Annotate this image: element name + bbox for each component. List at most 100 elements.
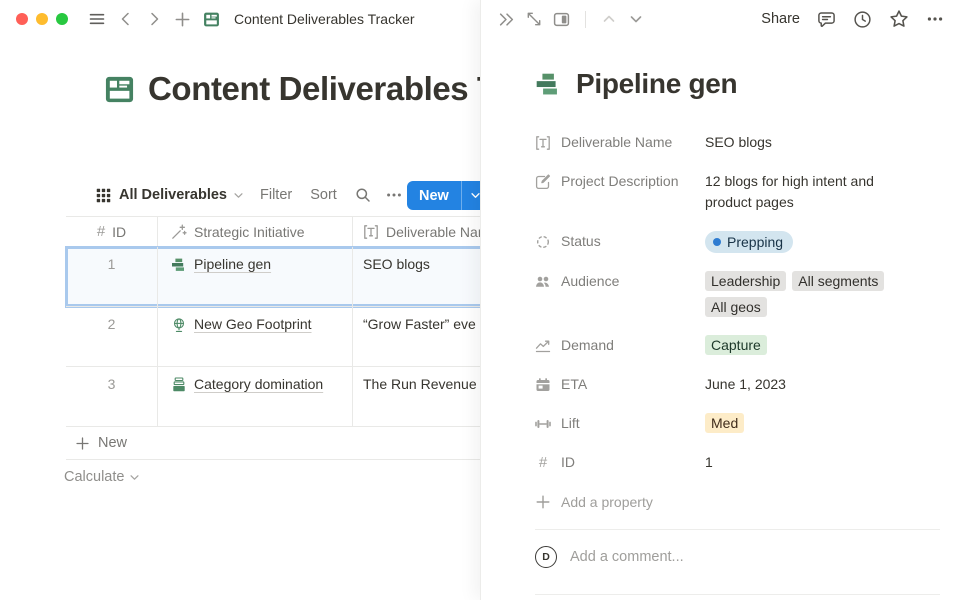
property-label[interactable]: Demand: [535, 335, 705, 356]
table-row-2[interactable]: 2 New Geo Footprint “Grow Faster” eve: [66, 307, 480, 367]
column-label-deliverable-name: Deliverable Name: [386, 224, 480, 240]
cell-strategic-initiative[interactable]: Category domination: [158, 367, 353, 426]
view-chevron-down-icon[interactable]: [233, 190, 244, 201]
relation-link[interactable]: New Geo Footprint: [194, 316, 312, 332]
cell-id[interactable]: 1: [66, 247, 158, 306]
property-value[interactable]: Capture: [705, 335, 917, 355]
table-row-3[interactable]: 3 Category domination The Run Revenue S: [66, 367, 480, 427]
view-options-ellipsis-icon[interactable]: [386, 187, 402, 203]
property-value[interactable]: Leadership All segments All geos: [705, 271, 917, 317]
view-tab-all-deliverables[interactable]: All Deliverables: [96, 187, 227, 203]
favorite-star-icon[interactable]: [889, 9, 909, 29]
column-header-deliverable-name[interactable]: Deliverable Name: [353, 217, 480, 246]
view-tab-label: All Deliverables: [119, 187, 227, 203]
sidebar-toggle-icon[interactable]: [88, 10, 106, 28]
property-row-id: # ID 1: [535, 452, 940, 473]
next-record-icon[interactable]: [628, 11, 644, 27]
table-row-1[interactable]: 1 Pipeline gen SEO blogs: [66, 247, 480, 307]
property-label-text: Project Description: [561, 171, 679, 192]
open-full-page-icon[interactable]: [526, 11, 542, 27]
property-row-audience: Audience Leadership All segments All geo…: [535, 271, 940, 317]
audience-tag[interactable]: All geos: [705, 297, 767, 317]
comment-composer[interactable]: D Add a comment...: [535, 546, 940, 568]
minimize-window-button[interactable]: [36, 13, 48, 25]
comments-icon[interactable]: [817, 10, 836, 29]
new-record-split-button[interactable]: New: [407, 181, 480, 210]
property-value[interactable]: SEO blogs: [705, 132, 917, 153]
row-id-value: 1: [108, 256, 116, 272]
view-toolbar: All Deliverables Filter Sort: [96, 180, 417, 210]
status-tag[interactable]: Prepping: [705, 231, 793, 253]
previous-record-icon[interactable]: [601, 11, 617, 27]
line-chart-icon: [535, 338, 551, 354]
property-label[interactable]: Deliverable Name: [535, 132, 705, 153]
property-value[interactable]: June 1, 2023: [705, 374, 917, 395]
calendar-icon: [535, 377, 551, 393]
deliverable-value: SEO blogs: [363, 256, 430, 272]
plus-icon: [75, 436, 90, 451]
column-header-strategic-initiative[interactable]: Strategic Initiative: [158, 217, 353, 246]
page-header: Content Deliverables Tracker: [104, 70, 480, 108]
new-button-chevron-icon[interactable]: [462, 181, 480, 210]
topbar-page-title[interactable]: Content Deliverables Tracker: [234, 11, 415, 27]
relation-link[interactable]: Category domination: [194, 376, 323, 392]
property-value[interactable]: 1: [705, 452, 917, 473]
calculate-button[interactable]: Calculate: [64, 461, 140, 493]
globe-icon: [171, 317, 187, 333]
search-icon[interactable]: [355, 187, 371, 203]
property-value[interactable]: Med: [705, 413, 917, 433]
close-window-button[interactable]: [16, 13, 28, 25]
add-row-button[interactable]: New: [66, 427, 480, 460]
window-topbar: Content Deliverables Tracker: [0, 0, 480, 38]
audience-tag[interactable]: All segments: [792, 271, 884, 291]
back-icon[interactable]: [118, 11, 134, 27]
cell-id[interactable]: 3: [66, 367, 158, 426]
property-label[interactable]: # ID: [535, 452, 705, 473]
maximize-window-button[interactable]: [56, 13, 68, 25]
row-id-value: 3: [108, 376, 116, 392]
column-header-id[interactable]: # ID: [66, 217, 158, 246]
property-label[interactable]: ETA: [535, 374, 705, 395]
cell-strategic-initiative[interactable]: New Geo Footprint: [158, 307, 353, 366]
add-property-button[interactable]: Add a property: [535, 494, 940, 510]
new-record-button-label[interactable]: New: [407, 181, 461, 210]
demand-tag[interactable]: Capture: [705, 335, 767, 355]
property-value[interactable]: Prepping: [705, 231, 917, 253]
page-title[interactable]: Content Deliverables Tracker: [148, 70, 480, 108]
user-avatar: D: [535, 546, 557, 568]
peek-page-title[interactable]: Pipeline gen: [576, 68, 737, 100]
new-tab-icon[interactable]: [174, 11, 191, 28]
bars-icon-large[interactable]: [535, 71, 562, 98]
page-table-icon-large[interactable]: [104, 74, 135, 105]
status-tag-label: Prepping: [727, 232, 783, 253]
people-icon: [535, 274, 551, 290]
lift-tag[interactable]: Med: [705, 413, 744, 433]
property-label-text: Deliverable Name: [561, 132, 672, 153]
cell-deliverable-name[interactable]: The Run Revenue S: [353, 367, 480, 426]
cell-deliverable-name[interactable]: “Grow Faster” eve: [353, 307, 480, 366]
relation-link[interactable]: Pipeline gen: [194, 256, 271, 272]
close-peek-double-chevron-icon[interactable]: [498, 11, 515, 28]
cell-strategic-initiative[interactable]: Pipeline gen: [158, 247, 353, 306]
forward-icon[interactable]: [146, 11, 162, 27]
audience-tag[interactable]: Leadership: [705, 271, 786, 291]
filter-button[interactable]: Filter: [260, 187, 292, 203]
cell-id[interactable]: 2: [66, 307, 158, 366]
property-value[interactable]: 12 blogs for high intent and product pag…: [705, 171, 917, 213]
property-label[interactable]: Project Description: [535, 171, 705, 192]
cell-deliverable-name[interactable]: SEO blogs: [353, 247, 480, 306]
side-peek-icon[interactable]: [553, 11, 570, 28]
comment-input[interactable]: Add a comment...: [570, 549, 684, 565]
property-label[interactable]: Audience: [535, 271, 705, 292]
calculate-label: Calculate: [64, 469, 124, 485]
updates-clock-icon[interactable]: [853, 10, 872, 29]
property-label[interactable]: Status: [535, 231, 705, 252]
property-label[interactable]: Lift: [535, 413, 705, 434]
page-peek-panel: Share Pipeline gen: [480, 0, 960, 600]
share-button[interactable]: Share: [761, 11, 800, 27]
page-table-icon: [203, 11, 220, 28]
property-row-demand: Demand Capture: [535, 335, 940, 356]
add-row-label: New: [98, 435, 127, 451]
more-options-ellipsis-icon[interactable]: [926, 10, 944, 28]
sort-button[interactable]: Sort: [310, 187, 337, 203]
